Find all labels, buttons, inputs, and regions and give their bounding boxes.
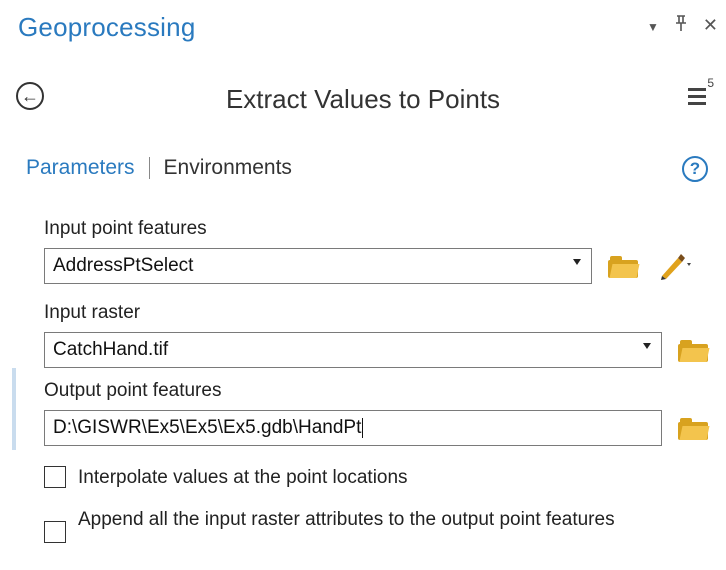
- tab-environments[interactable]: Environments: [164, 156, 292, 180]
- pane-title: Geoprocessing: [18, 12, 196, 42]
- append-label: Append all the input raster attributes t…: [78, 509, 615, 530]
- append-option[interactable]: Append all the input raster attributes t…: [44, 508, 684, 543]
- chevron-down-icon[interactable]: [643, 343, 651, 349]
- active-parameter-indicator: [12, 368, 16, 450]
- input-raster-combo[interactable]: CatchHand.tif: [44, 332, 662, 368]
- help-icon[interactable]: ?: [682, 156, 708, 182]
- pane-controls: ▼ ✕: [647, 14, 718, 37]
- pencil-icon[interactable]: [658, 250, 692, 280]
- menu-icon-bar: [688, 95, 706, 98]
- input-points-combo[interactable]: AddressPtSelect: [44, 248, 592, 284]
- tool-title: Extract Values to Points: [225, 84, 501, 114]
- interpolate-option[interactable]: Interpolate values at the point location…: [44, 466, 408, 490]
- chevron-down-icon[interactable]: [573, 259, 581, 265]
- menu-icon-bar: [688, 88, 706, 91]
- menu-badge: 5: [707, 76, 714, 90]
- menu-button[interactable]: 5: [688, 76, 714, 110]
- interpolate-label: Interpolate values at the point location…: [78, 467, 408, 488]
- folder-icon[interactable]: [608, 256, 640, 278]
- tab-strip: Parameters Environments: [26, 156, 292, 180]
- input-raster-value: CatchHand.tif: [53, 339, 169, 360]
- close-icon[interactable]: ✕: [703, 15, 718, 36]
- dropdown-icon[interactable]: ▼: [647, 20, 659, 34]
- append-checkbox[interactable]: [44, 521, 66, 543]
- folder-icon[interactable]: [678, 418, 710, 440]
- folder-icon[interactable]: [678, 340, 710, 362]
- menu-icon-bar: [688, 102, 706, 105]
- output-points-value: D:\GISWR\Ex5\Ex5\Ex5.gdb\HandPt: [53, 417, 362, 438]
- input-raster-label: Input raster: [44, 302, 141, 323]
- tab-divider: [148, 157, 150, 179]
- tab-parameters[interactable]: Parameters: [26, 156, 135, 180]
- input-points-label: Input point features: [44, 218, 207, 239]
- input-points-value: AddressPtSelect: [53, 255, 194, 276]
- text-caret: [362, 417, 364, 438]
- output-points-label: Output point features: [44, 380, 222, 401]
- output-points-input[interactable]: D:\GISWR\Ex5\Ex5\Ex5.gdb\HandPt: [44, 410, 662, 446]
- pin-icon[interactable]: [673, 14, 689, 37]
- interpolate-checkbox[interactable]: [44, 466, 66, 488]
